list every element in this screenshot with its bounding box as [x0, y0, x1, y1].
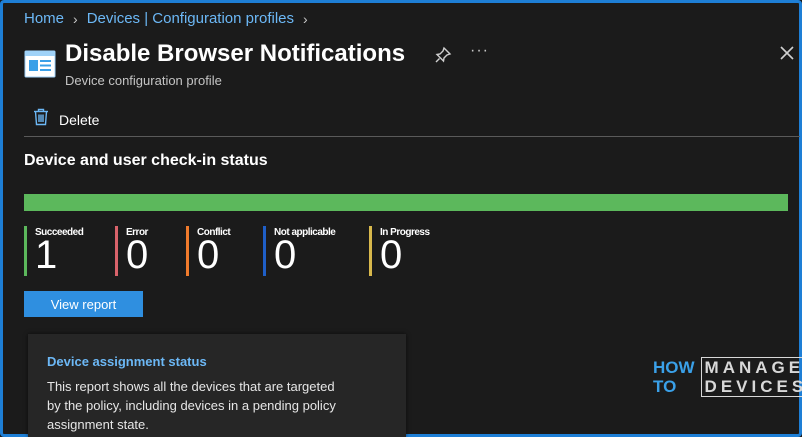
stat-value: 0: [126, 233, 149, 277]
delete-button[interactable]: Delete: [33, 108, 99, 131]
stat-succeeded[interactable]: Succeeded 1: [24, 226, 84, 277]
watermark-logo: HOW TO MANAGE DEVICES: [653, 357, 802, 397]
profile-icon: [24, 50, 56, 78]
breadcrumb: Home › Devices | Configuration profiles …: [24, 10, 308, 27]
watermark-left: HOW TO: [653, 358, 695, 396]
stat-in-progress[interactable]: In Progress 0: [369, 226, 430, 276]
stat-value: 0: [197, 233, 220, 277]
device-assignment-card[interactable]: Device assignment status This report sho…: [28, 334, 406, 437]
stat-value: 0: [380, 233, 403, 277]
more-options-button[interactable]: ···: [470, 42, 489, 60]
watermark-text: HOW: [653, 358, 695, 377]
trash-icon: [33, 108, 49, 131]
stat-value: 1: [35, 233, 58, 277]
check-in-status-bar: [24, 194, 788, 211]
stat-conflict[interactable]: Conflict 0: [186, 226, 231, 277]
view-report-button[interactable]: View report: [24, 291, 143, 317]
stat-value: 0: [274, 233, 297, 277]
delete-label: Delete: [59, 111, 100, 128]
page-subtitle: Device configuration profile: [65, 73, 222, 88]
stat-not-applicable[interactable]: Not applicable 0: [263, 226, 336, 277]
chevron-right-icon: ›: [303, 10, 308, 27]
watermark-text: TO: [653, 377, 677, 396]
card-description: This report shows all the devices that a…: [47, 379, 336, 432]
toolbar-divider: [24, 136, 800, 137]
close-icon[interactable]: [778, 44, 796, 62]
stat-error[interactable]: Error 0: [115, 226, 148, 276]
section-title: Device and user check-in status: [24, 152, 268, 169]
page-title: Disable Browser Notifications: [65, 40, 406, 67]
breadcrumb-home[interactable]: Home: [24, 10, 64, 27]
chevron-right-icon: ›: [73, 10, 78, 27]
watermark-text: DEVICES: [704, 377, 802, 396]
watermark-right: MANAGE DEVICES: [700, 357, 802, 397]
watermark-text: MANAGE: [704, 358, 802, 377]
pin-icon[interactable]: [434, 46, 452, 64]
card-title[interactable]: Device assignment status: [47, 354, 207, 369]
breadcrumb-configuration-profiles[interactable]: Devices | Configuration profiles: [87, 10, 294, 27]
